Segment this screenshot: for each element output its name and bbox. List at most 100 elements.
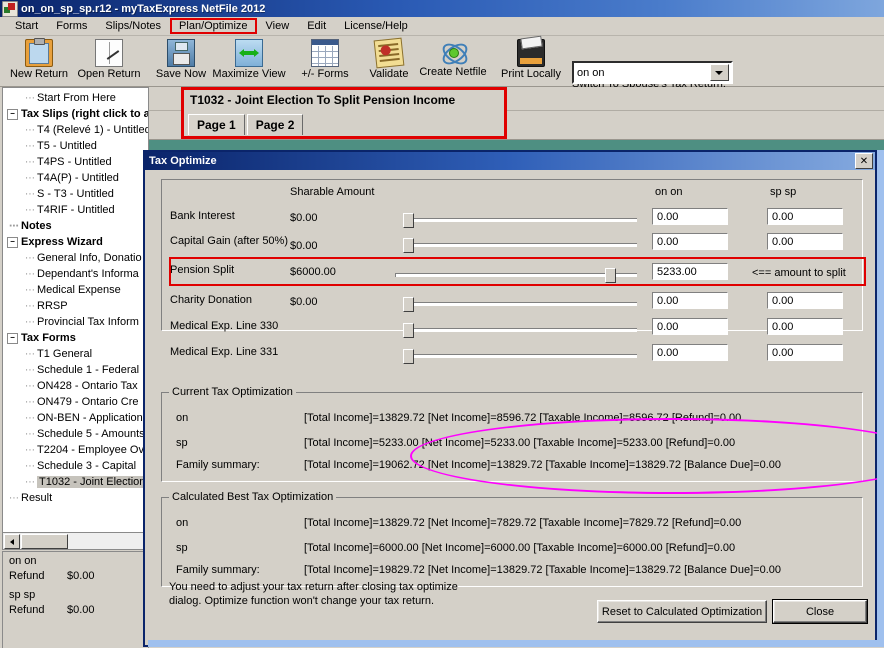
scroll-left-arrow-icon[interactable] bbox=[4, 533, 20, 549]
menu-item-license-help[interactable]: License/Help bbox=[335, 19, 417, 33]
slider-thumb[interactable] bbox=[403, 213, 414, 228]
row-sp-input[interactable]: 0.00 bbox=[767, 208, 843, 225]
maximize-arrows-icon bbox=[235, 39, 263, 67]
menu-item-slips-notes[interactable]: Slips/Notes bbox=[96, 19, 170, 33]
row-slider[interactable] bbox=[403, 349, 637, 364]
row-sp-input[interactable]: 0.00 bbox=[767, 292, 843, 309]
tree-item-on428[interactable]: ⋯ ON428 - Ontario Tax bbox=[5, 378, 148, 394]
tree-label: Tax Forms bbox=[21, 332, 76, 344]
row-on-input[interactable]: 0.00 bbox=[652, 233, 728, 250]
slider-thumb[interactable] bbox=[604, 268, 616, 283]
toolbar-button-maximize-view[interactable]: Maximize View bbox=[212, 38, 286, 84]
tree-item-t4rif[interactable]: ⋯ T4RIF - Untitled bbox=[5, 202, 148, 218]
tree-item-medical-expense[interactable]: ⋯ Medical Expense bbox=[5, 282, 148, 298]
toolbar-button-print-locally[interactable]: Print Locally bbox=[494, 38, 568, 84]
row-value: [Total Income]=13829.72 [Net Income]=782… bbox=[304, 517, 742, 529]
sidebar-horizontal-scrollbar[interactable] bbox=[2, 532, 149, 550]
tree-item-general-info[interactable]: ⋯ General Info, Donatio bbox=[5, 250, 148, 266]
tree-label: T1032 - Joint Election bbox=[37, 476, 148, 488]
row-slider[interactable] bbox=[403, 238, 637, 253]
tree-item-express-wizard[interactable]: − Express Wizard bbox=[5, 234, 148, 250]
menu-item-view[interactable]: View bbox=[257, 19, 299, 33]
row-slider[interactable] bbox=[403, 297, 637, 312]
tree-label: T1 General bbox=[37, 348, 93, 360]
row-sharable-amount: $0.00 bbox=[290, 240, 318, 252]
tree-item-t4[interactable]: ⋯ T4 (Relevé 1) - Untitled bbox=[5, 122, 148, 138]
navigation-tree[interactable]: ⋯ Start From Here − Tax Slips (right click… bbox=[2, 87, 149, 534]
tree-item-schedule-1[interactable]: ⋯ Schedule 1 - Federal bbox=[5, 362, 148, 378]
tree-item-schedule-5[interactable]: ⋯ Schedule 5 - Amounts bbox=[5, 426, 148, 442]
tree-item-on479[interactable]: ⋯ ON479 - Ontario Cre bbox=[5, 394, 148, 410]
menu-item-edit[interactable]: Edit bbox=[298, 19, 335, 33]
tree-item-t4ps[interactable]: ⋯ T4PS - Untitled bbox=[5, 154, 148, 170]
tree-dash: ⋯ bbox=[25, 412, 35, 424]
collapse-box-icon[interactable]: − bbox=[7, 236, 18, 248]
row-on-input[interactable]: 0.00 bbox=[652, 318, 728, 335]
close-icon[interactable]: ✕ bbox=[855, 153, 873, 169]
row-sharable-amount: $6000.00 bbox=[290, 266, 336, 278]
toolbar-button-open-return[interactable]: Open Return bbox=[72, 38, 146, 84]
row-sp-input[interactable]: 0.00 bbox=[767, 233, 843, 250]
tree-item-result[interactable]: ⋯ Result bbox=[5, 490, 148, 506]
row-value: [Total Income]=6000.00 [Net Income]=6000… bbox=[304, 542, 736, 554]
tree-item-start-from-here[interactable]: ⋯ Start From Here bbox=[5, 90, 148, 106]
collapse-box-icon[interactable]: − bbox=[7, 332, 18, 344]
row-on-input[interactable]: 0.00 bbox=[652, 208, 728, 225]
row-slider[interactable] bbox=[403, 323, 637, 338]
toolbar-button-new-return[interactable]: New Return bbox=[2, 38, 76, 84]
menu-item-forms[interactable]: Forms bbox=[47, 19, 96, 33]
row-key: sp bbox=[176, 542, 188, 554]
row-on-input[interactable]: 5233.00 bbox=[652, 263, 728, 280]
tree-item-on-ben[interactable]: ⋯ ON-BEN - Application bbox=[5, 410, 148, 426]
tree-item-tax-slips[interactable]: −Tax Slips (right click to add t bbox=[5, 106, 148, 122]
tree-item-rrsp[interactable]: ⋯ RRSP bbox=[5, 298, 148, 314]
slider-thumb[interactable] bbox=[403, 238, 414, 253]
form-tab-page-2[interactable]: Page 2 bbox=[246, 114, 304, 135]
form-tab-page-1[interactable]: Page 1 bbox=[188, 114, 245, 135]
tree-item-t1-general[interactable]: ⋯ T1 General bbox=[5, 346, 148, 362]
row-sp-input[interactable]: 0.00 bbox=[767, 318, 843, 335]
menu-item-plan-optimize[interactable]: Plan/Optimize bbox=[170, 18, 257, 34]
tree-label: T5 - Untitled bbox=[37, 140, 97, 152]
toolbar-button-save-now[interactable]: Save Now bbox=[144, 38, 218, 84]
chevron-down-icon[interactable] bbox=[710, 64, 729, 81]
tree-label: Tax Slips (right click to add t bbox=[21, 108, 148, 120]
slider-thumb[interactable] bbox=[403, 297, 414, 312]
toolbar-button-validate[interactable]: Validate bbox=[352, 37, 426, 84]
row-slider[interactable] bbox=[403, 213, 637, 228]
tree-dash: ⋯ bbox=[25, 156, 35, 168]
tree-item-t2204[interactable]: ⋯ T2204 - Employee Ov bbox=[5, 442, 148, 458]
slider-track bbox=[395, 273, 637, 277]
row-on-input[interactable]: 0.00 bbox=[652, 344, 728, 361]
collapse-box-icon[interactable]: − bbox=[7, 108, 18, 120]
switch-spouse-dropdown[interactable]: on on bbox=[572, 61, 733, 84]
group-title-best: Calculated Best Tax Optimization bbox=[169, 491, 337, 503]
toolbar-button-create-netfile[interactable]: Create Netfile bbox=[416, 38, 490, 84]
refund-value: $0.00 bbox=[67, 604, 95, 616]
close-button[interactable]: Close bbox=[772, 599, 868, 624]
menu-item-start[interactable]: Start bbox=[6, 19, 47, 33]
tree-item-provincial-tax-info[interactable]: ⋯ Provincial Tax Inform bbox=[5, 314, 148, 330]
reset-to-calculated-optimization-button[interactable]: Reset to Calculated Optimization bbox=[597, 600, 767, 623]
slider-thumb[interactable] bbox=[403, 349, 414, 364]
amount-to-split-note: <== amount to split bbox=[752, 267, 846, 279]
tree-item-t4ap[interactable]: ⋯ T4A(P) - Untitled bbox=[5, 170, 148, 186]
row-slider[interactable] bbox=[395, 268, 637, 283]
slider-thumb[interactable] bbox=[403, 323, 414, 338]
tree-item-t1032[interactable]: ⋯ T1032 - Joint Election bbox=[5, 474, 148, 490]
row-sp-input[interactable]: 0.00 bbox=[767, 344, 843, 361]
row-key: on bbox=[176, 517, 189, 529]
tree-item-t5[interactable]: ⋯ T5 - Untitled bbox=[5, 138, 148, 154]
slider-track bbox=[403, 328, 637, 332]
row-on-input[interactable]: 0.00 bbox=[652, 292, 728, 309]
scrollbar-thumb[interactable] bbox=[21, 533, 68, 549]
tree-item-notes[interactable]: ⋯ Notes bbox=[5, 218, 148, 234]
tree-item-schedule-3[interactable]: ⋯ Schedule 3 - Capital bbox=[5, 458, 148, 474]
tree-dash: ⋯ bbox=[25, 444, 35, 456]
desktop-right-edge bbox=[877, 150, 884, 647]
tree-label: T2204 - Employee Ov bbox=[37, 444, 144, 456]
tree-item-tax-forms[interactable]: − Tax Forms bbox=[5, 330, 148, 346]
tree-item-s-t3[interactable]: ⋯ S - T3 - Untitled bbox=[5, 186, 148, 202]
toolbar-button-plus-minus-forms[interactable]: +/- Forms bbox=[288, 38, 362, 84]
tree-item-dependants-info[interactable]: ⋯ Dependant's Informa bbox=[5, 266, 148, 282]
